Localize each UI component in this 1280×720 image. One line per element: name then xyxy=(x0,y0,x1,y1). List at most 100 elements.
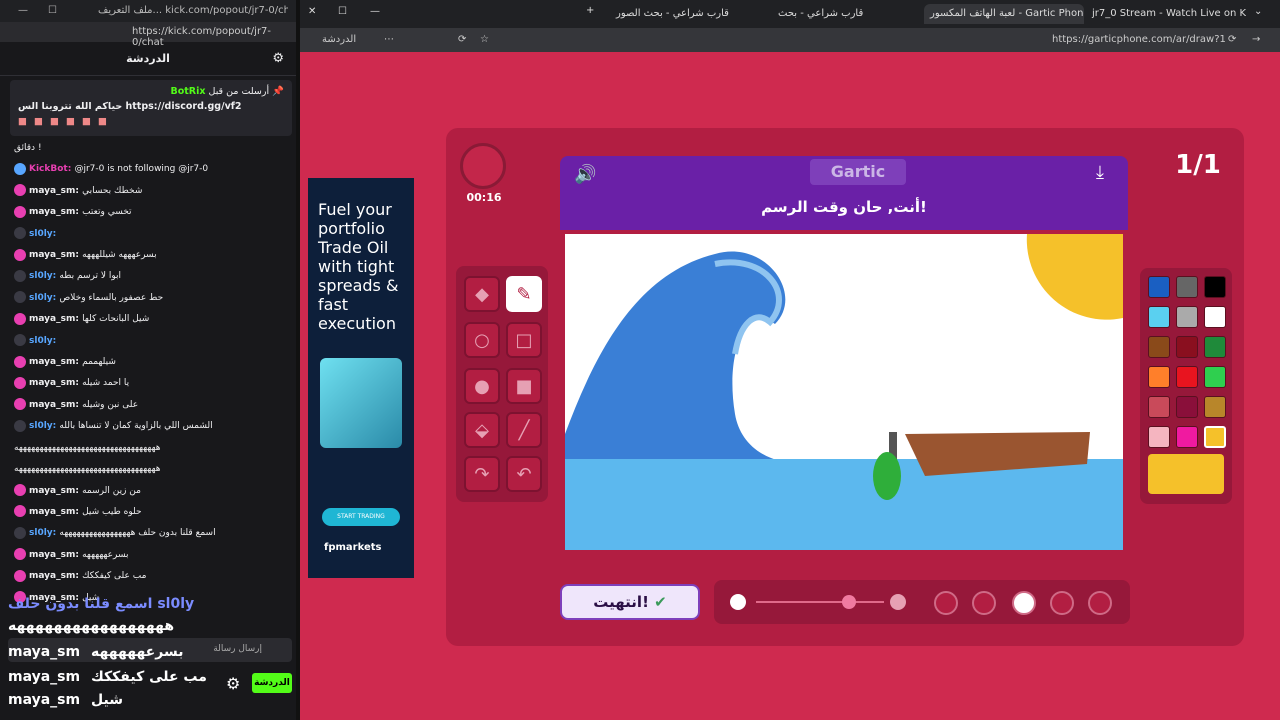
chat-username[interactable]: sl0ly: xyxy=(29,229,56,239)
redo-tool[interactable]: ↷ xyxy=(464,456,500,492)
color-swatch[interactable] xyxy=(1148,426,1170,448)
chat-username[interactable]: maya_sm: xyxy=(29,314,82,324)
ad-banner[interactable]: Fuel your portfolio Trade Oil with tight… xyxy=(308,178,414,578)
brush-size-4[interactable] xyxy=(972,591,996,615)
line-tool[interactable]: ╱ xyxy=(506,412,542,448)
color-swatch[interactable] xyxy=(1204,426,1226,448)
more-icon[interactable]: ⋯ xyxy=(384,34,394,45)
tab-label: قارب شراعي - بحث xyxy=(778,8,864,19)
url-text[interactable]: https://garticphone.com/ar/draw?1 xyxy=(1052,34,1226,45)
square-outline-tool[interactable]: □ xyxy=(506,322,542,358)
tab-gartic[interactable]: لعبة الهاتف المكسور - Gartic Phone xyxy=(924,4,1084,24)
address-bar[interactable]: https://kick.com/popout/jr7-0/chat xyxy=(0,22,296,48)
color-swatch[interactable] xyxy=(1148,336,1170,358)
overlay-text: مب على كيفككك xyxy=(90,669,207,685)
color-swatch[interactable] xyxy=(1204,336,1226,358)
chat-message: maya_sm: مب على كيفككك xyxy=(14,566,294,587)
chat-username[interactable]: maya_sm: xyxy=(29,357,82,367)
chat-username[interactable]: maya_sm: xyxy=(29,400,82,410)
close-window-icon[interactable]: ✕ xyxy=(308,6,316,17)
tab-image-search[interactable]: قارب شراعي - بحث الصور xyxy=(610,4,770,24)
ad-cta-button[interactable]: START TRADING xyxy=(322,508,400,526)
chat-window: — ☐ ملف التعريف... kick.com/popout/jr7-0… xyxy=(0,0,296,720)
user-settings-icon[interactable]: ⚙ xyxy=(272,42,284,76)
chat-username[interactable]: sl0ly: xyxy=(29,271,59,281)
tab-search[interactable]: قارب شراعي - بحث xyxy=(772,4,922,24)
pinned-message: BotRix أرسلت من قبل 📌 حياكم الله تتروبنا… xyxy=(10,80,292,136)
circle-outline-tool[interactable]: ○ xyxy=(464,322,500,358)
color-swatch[interactable] xyxy=(1176,306,1198,328)
chat-username[interactable]: maya_sm: xyxy=(29,571,82,581)
opacity-max-dot[interactable] xyxy=(890,594,906,610)
chat-username[interactable]: maya_sm: xyxy=(29,550,82,560)
chat-message: maya_sm: شيلهممم xyxy=(14,352,294,373)
new-tab-icon[interactable]: + xyxy=(586,5,594,16)
color-swatch[interactable] xyxy=(1148,276,1170,298)
minimize-icon[interactable]: — xyxy=(18,5,28,16)
chat-username[interactable]: sl0ly: xyxy=(29,421,59,431)
color-swatch[interactable] xyxy=(1176,366,1198,388)
undo-tool[interactable]: ↶ xyxy=(506,456,542,492)
color-swatch[interactable] xyxy=(1204,306,1226,328)
reload-icon[interactable]: ⟳ xyxy=(1228,34,1236,45)
eraser-tool[interactable]: ◆ xyxy=(464,276,500,312)
color-swatch[interactable] xyxy=(1204,366,1226,388)
refresh-icon[interactable]: ⟳ xyxy=(458,34,466,45)
square-fill-tool[interactable]: ■ xyxy=(506,368,542,404)
chat-settings-icon[interactable]: ⚙ xyxy=(226,674,240,693)
tab-list-icon[interactable]: ⌄ xyxy=(1254,6,1262,17)
brush-size-2[interactable] xyxy=(1050,591,1074,615)
opacity-slider[interactable] xyxy=(756,601,884,603)
color-swatch[interactable] xyxy=(1148,396,1170,418)
drawing-canvas[interactable] xyxy=(565,234,1123,550)
circle-fill-tool[interactable]: ● xyxy=(464,368,500,404)
color-swatch[interactable] xyxy=(1176,276,1198,298)
browser-toolbar: الدردشة ⋯ ⟳ ☆ https://garticphone.com/ar… xyxy=(300,28,1280,52)
color-swatch[interactable] xyxy=(1176,396,1198,418)
chat-username[interactable]: maya_sm: xyxy=(29,378,82,388)
color-swatch[interactable] xyxy=(1148,306,1170,328)
chat-username[interactable]: maya_sm: xyxy=(29,207,82,217)
chat-messages: دقائق ! KickBot: @jr7-0 is not following … xyxy=(14,138,294,608)
chat-username[interactable]: maya_sm: xyxy=(29,507,82,517)
pen-tool[interactable]: ✎ xyxy=(506,276,542,312)
maximize-window-icon[interactable]: ☐ xyxy=(338,6,347,17)
sound-icon[interactable]: 🔊 xyxy=(574,164,596,185)
chat-username[interactable]: sl0ly: xyxy=(29,293,59,303)
chat-username[interactable]: sl0ly: xyxy=(29,336,56,346)
minimize-window-icon[interactable]: — xyxy=(370,6,380,17)
color-swatch[interactable] xyxy=(1176,336,1198,358)
done-button[interactable]: انتهيت! ✔ xyxy=(560,584,700,620)
forward-icon[interactable]: → xyxy=(1252,34,1260,45)
round-counter: 1/1 xyxy=(1175,150,1221,180)
bucket-tool[interactable]: ⬙ xyxy=(464,412,500,448)
color-swatch[interactable] xyxy=(1176,426,1198,448)
opacity-min-dot[interactable] xyxy=(730,594,746,610)
color-swatch[interactable] xyxy=(1148,366,1170,388)
chat-username[interactable]: maya_sm: xyxy=(29,250,82,260)
bookmark-icon[interactable]: ☆ xyxy=(480,34,489,45)
brush-size-5[interactable] xyxy=(934,591,958,615)
brush-size-3[interactable] xyxy=(1012,591,1036,615)
chat-username[interactable]: sl0ly: xyxy=(29,528,59,538)
overlay-user: maya_sm xyxy=(8,692,81,708)
chat-message: sl0ly: الشمس اللي بالزاوية كمان لا تنساه… xyxy=(14,416,294,437)
download-icon[interactable]: ⤓ xyxy=(1096,162,1104,183)
chat-send-button[interactable]: الدردشة xyxy=(252,673,292,693)
brush-size-1[interactable] xyxy=(1088,591,1112,615)
color-swatch[interactable] xyxy=(1204,396,1226,418)
maximize-icon[interactable]: ☐ xyxy=(48,5,57,16)
opacity-thumb[interactable] xyxy=(842,595,856,609)
pin-label: أرسلت من قبل xyxy=(208,86,270,97)
chat-username[interactable]: maya_sm: xyxy=(29,486,82,496)
chat-username[interactable]: KickBot: xyxy=(29,164,74,174)
chat-message: sl0ly: xyxy=(14,331,294,352)
chat-message: maya_sm: على نبن وشيله xyxy=(14,395,294,416)
tab-label: jr7_0 Stream - Watch Live on Kick xyxy=(1092,8,1246,19)
color-swatch[interactable] xyxy=(1204,276,1226,298)
gartic-logo: Gartic xyxy=(810,159,906,185)
chat-username[interactable]: maya_sm: xyxy=(29,186,82,196)
chat-text: من زين الرسمه xyxy=(82,485,141,496)
tab-kick[interactable]: jr7_0 Stream - Watch Live on Kick xyxy=(1086,4,1246,24)
chat-window-titlebar: — ☐ ملف التعريف... kick.com/popout/jr7-0… xyxy=(0,0,296,22)
